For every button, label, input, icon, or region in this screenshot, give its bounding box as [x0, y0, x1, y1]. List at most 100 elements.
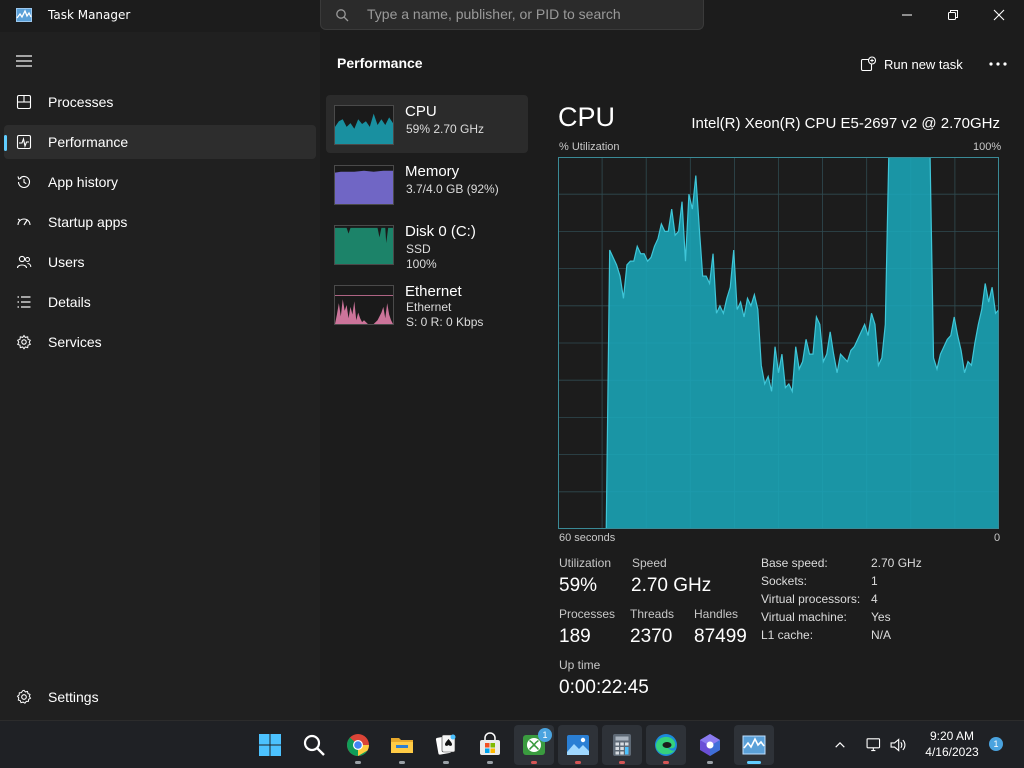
resource-item-disk[interactable]: Disk 0 (C:) SSD 100% [326, 215, 528, 273]
performance-chart-icon [16, 134, 32, 150]
running-indicator [707, 761, 713, 764]
hamburger-menu-icon[interactable] [14, 52, 34, 70]
running-indicator [443, 761, 449, 764]
solitaire-icon [435, 734, 456, 755]
resource-name: Ethernet [405, 283, 462, 300]
resource-detail: Ethernet [406, 300, 452, 314]
sidebar-item-settings[interactable]: Settings [4, 680, 316, 714]
close-icon [993, 9, 1005, 21]
search-icon [336, 9, 349, 22]
chevron-up-icon [835, 742, 845, 748]
taskbar-app-copilot[interactable] [690, 725, 730, 765]
gear-icon [16, 689, 32, 704]
resource-detail: 59% 2.70 GHz [406, 122, 485, 136]
spec-value: 1 [871, 574, 878, 588]
sidebar-item-label: App history [48, 174, 119, 190]
more-options-button[interactable] [984, 52, 1012, 76]
sidebar-item-services[interactable]: Services [4, 325, 316, 359]
run-new-task-label: Run new task [884, 56, 963, 72]
edge-icon [655, 734, 677, 756]
start-button[interactable] [250, 725, 290, 765]
resource-item-memory[interactable]: Memory 3.7/4.0 GB (92%) [326, 155, 528, 213]
spec-value: 2.70 GHz [871, 556, 922, 570]
taskbar-app-edge[interactable] [646, 725, 686, 765]
sidebar-item-startup-apps[interactable]: Startup apps [4, 205, 316, 239]
spec-label: L1 cache: [761, 628, 814, 642]
restore-button[interactable] [930, 0, 976, 30]
sidebar-item-performance[interactable]: Performance [4, 125, 316, 159]
taskbar-app-photos[interactable] [558, 725, 598, 765]
calculator-icon [613, 734, 631, 756]
taskbar-app-xbox[interactable]: 1 [514, 725, 554, 765]
window-title: Task Manager [48, 8, 131, 22]
taskbar: 1 9:20 AM 4/16/2023 1 [0, 720, 1024, 768]
spec-label: Base speed: [761, 556, 828, 570]
handles-value: 87499 [694, 626, 747, 647]
spec-label: Virtual machine: [761, 610, 847, 624]
taskbar-search-button[interactable] [294, 725, 334, 765]
details-list-icon [17, 296, 31, 308]
quick-settings-button[interactable] [858, 725, 914, 765]
spec-value: Yes [871, 610, 891, 624]
active-indicator [747, 761, 761, 764]
utilization-value: 59% [559, 575, 598, 596]
resource-detail: SSD [406, 242, 431, 256]
processes-value: 189 [559, 626, 591, 647]
minimize-icon [902, 14, 912, 16]
notification-center-badge[interactable]: 1 [989, 737, 1003, 751]
running-indicator [531, 761, 537, 764]
cpu-utilization-graph [558, 157, 999, 529]
minimize-button[interactable] [884, 0, 930, 30]
search-box[interactable] [320, 0, 704, 30]
clock-time: 9:20 AM [929, 729, 975, 743]
taskbar-app-task-manager[interactable] [734, 725, 774, 765]
notification-badge: 1 [538, 728, 552, 742]
sidebar-item-processes[interactable]: Processes [4, 85, 316, 119]
x-axis-left-label: 60 seconds [559, 532, 616, 544]
threads-label: Threads [630, 607, 675, 621]
run-new-task-button[interactable]: Run new task [860, 52, 963, 76]
sidebar-item-label: Details [48, 294, 91, 310]
processes-label: Processes [559, 607, 616, 621]
settings-label: Settings [48, 689, 99, 705]
main-panel: Performance Run new task CPU 59% 2.70 GH… [320, 32, 1024, 720]
uptime-value: 0:00:22:45 [559, 677, 649, 698]
sidebar: Processes Performance App history Startu… [0, 32, 320, 720]
more-dots-icon [989, 62, 1007, 66]
taskbar-app-file-explorer[interactable] [382, 725, 422, 765]
running-indicator [619, 761, 625, 764]
show-hidden-icons-button[interactable] [828, 725, 852, 765]
speed-label: Speed [632, 556, 667, 570]
task-manager-icon [16, 8, 32, 22]
taskbar-app-solitaire[interactable] [426, 725, 466, 765]
ethernet-thumbnail-graph [334, 285, 394, 325]
running-indicator [663, 761, 669, 764]
sidebar-item-label: Users [48, 254, 85, 270]
taskbar-app-calculator[interactable] [602, 725, 642, 765]
taskbar-app-chrome[interactable] [338, 725, 378, 765]
utilization-label: Utilization [559, 556, 612, 570]
disk-thumbnail-graph [334, 225, 394, 265]
close-button[interactable] [976, 0, 1022, 30]
history-clock-icon [17, 175, 31, 188]
restore-icon [948, 10, 958, 20]
chrome-icon [347, 734, 369, 756]
page-title: Performance [337, 55, 423, 71]
resource-item-cpu[interactable]: CPU 59% 2.70 GHz [326, 95, 528, 153]
search-input[interactable] [367, 4, 687, 24]
sidebar-item-users[interactable]: Users [4, 245, 316, 279]
sidebar-item-details[interactable]: Details [4, 285, 316, 319]
running-indicator [487, 761, 493, 764]
taskbar-app-store[interactable] [470, 725, 510, 765]
clock-date: 4/16/2023 [925, 745, 979, 759]
spec-value: 4 [871, 592, 878, 606]
spec-label: Sockets: [761, 574, 808, 588]
sidebar-item-app-history[interactable]: App history [4, 165, 316, 199]
y-axis-label: % Utilization [559, 141, 620, 153]
photos-icon [567, 735, 589, 755]
speed-value: 2.70 GHz [631, 575, 712, 596]
file-explorer-icon [391, 738, 413, 753]
clock[interactable]: 9:20 AM 4/16/2023 [916, 728, 988, 760]
resource-item-ethernet[interactable]: Ethernet Ethernet S: 0 R: 0 Kbps [326, 275, 528, 333]
running-indicator [355, 761, 361, 764]
